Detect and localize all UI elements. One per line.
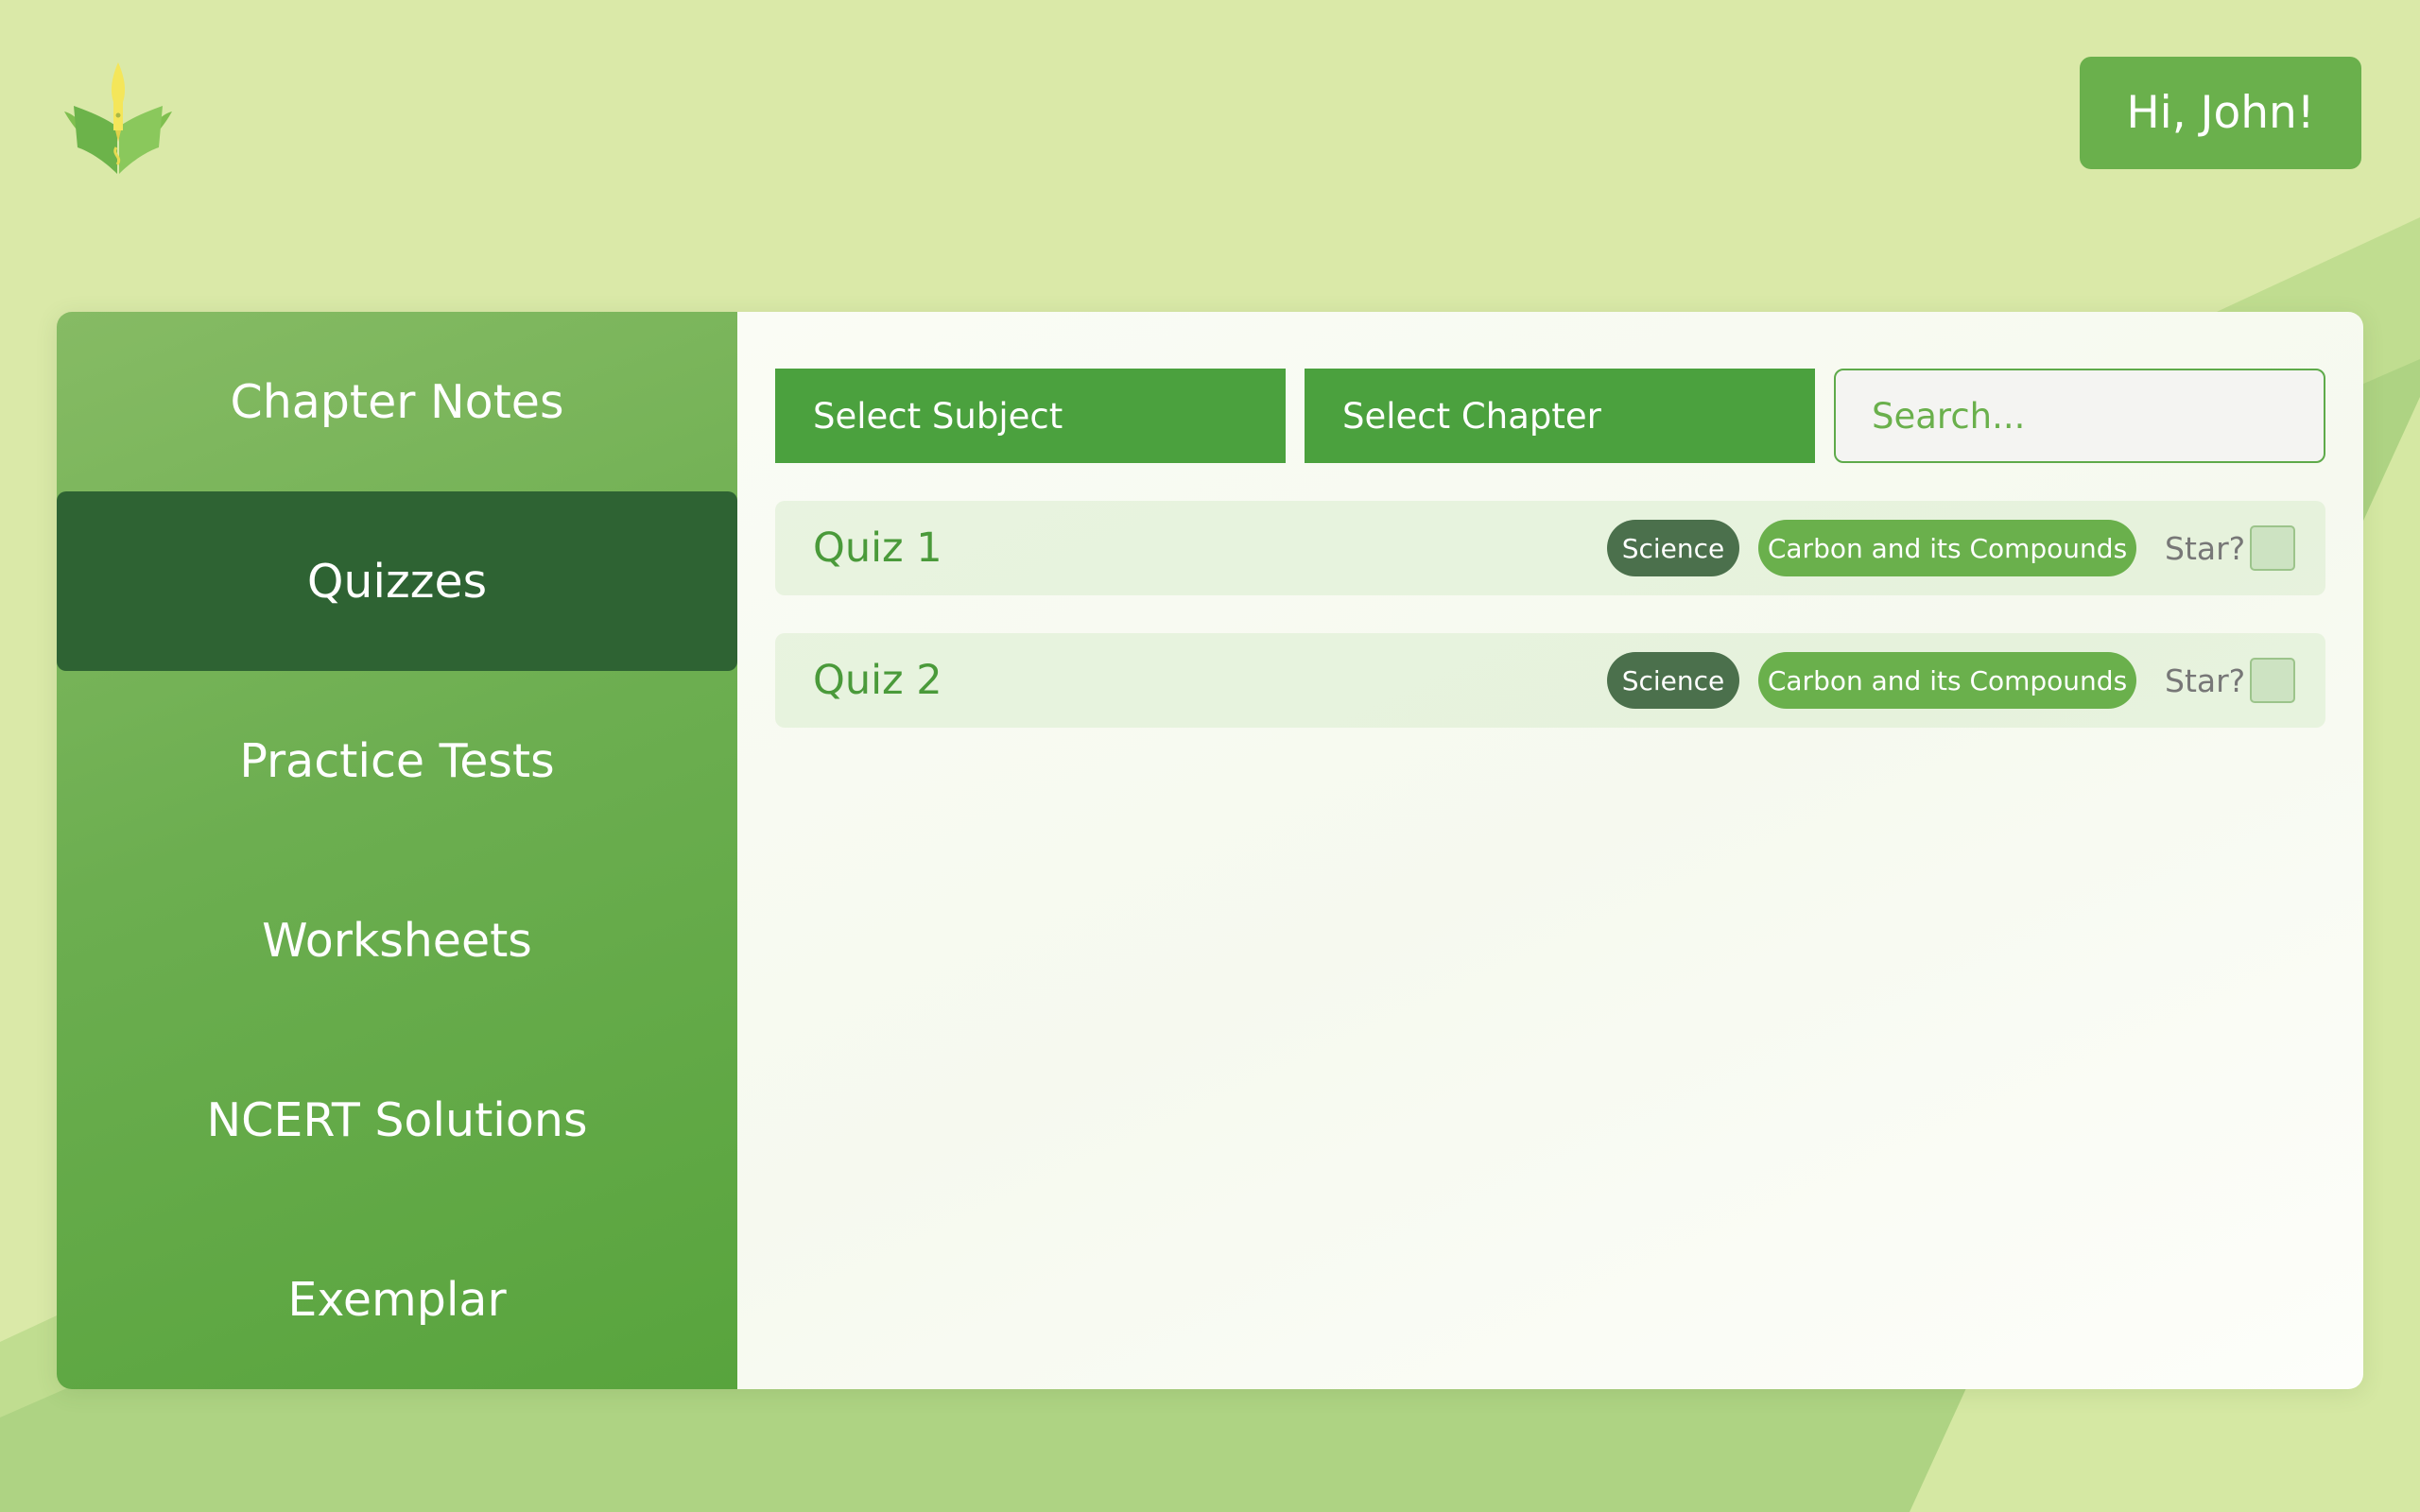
sidebar-item-chapter-notes[interactable]: Chapter Notes — [57, 312, 737, 491]
user-greeting-button[interactable]: Hi, John! — [2080, 57, 2361, 169]
search-input[interactable] — [1834, 369, 2325, 463]
star-checkbox[interactable] — [2250, 525, 2295, 571]
sidebar-item-worksheets[interactable]: Worksheets — [57, 850, 737, 1030]
app-logo[interactable] — [57, 57, 180, 180]
quiz-list-area: Select Subject Select Chapter Quiz 1 Sci… — [737, 312, 2363, 1389]
select-chapter-dropdown[interactable]: Select Chapter — [1305, 369, 1815, 463]
chapter-badge: Carbon and its Compounds — [1758, 652, 2136, 709]
subject-badge: Science — [1607, 652, 1739, 709]
quiz-row[interactable]: Quiz 2 Science Carbon and its Compounds … — [775, 633, 2325, 728]
quiz-title: Quiz 1 — [813, 524, 942, 572]
sidebar-item-quizzes[interactable]: Quizzes — [57, 491, 737, 671]
sidebar-nav: Chapter Notes Quizzes Practice Tests Wor… — [57, 312, 737, 1389]
star-checkbox[interactable] — [2250, 658, 2295, 703]
quiz-row[interactable]: Quiz 1 Science Carbon and its Compounds … — [775, 501, 2325, 595]
content-panel: Chapter Notes Quizzes Practice Tests Wor… — [57, 312, 2363, 1389]
sidebar-item-exemplar[interactable]: Exemplar — [57, 1210, 737, 1389]
star-label: Star? — [2165, 529, 2246, 567]
subject-badge: Science — [1607, 520, 1739, 576]
quiz-title: Quiz 2 — [813, 657, 942, 704]
star-label: Star? — [2165, 662, 2246, 699]
pen-book-logo-icon — [64, 62, 172, 174]
sidebar-item-practice-tests[interactable]: Practice Tests — [57, 671, 737, 850]
sidebar-item-ncert-solutions[interactable]: NCERT Solutions — [57, 1030, 737, 1210]
chapter-badge: Carbon and its Compounds — [1758, 520, 2136, 576]
select-subject-dropdown[interactable]: Select Subject — [775, 369, 1286, 463]
